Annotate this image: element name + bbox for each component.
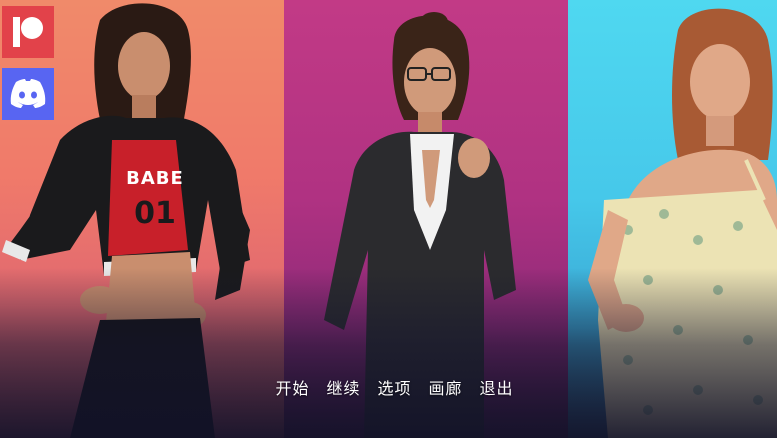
left-shirt-text: BABE [126,168,184,189]
left-shirt-number: 01 [134,196,176,231]
patreon-icon [13,17,43,47]
patreon-button[interactable] [2,6,54,58]
menu-options[interactable]: 选项 [377,376,411,402]
discord-icon [10,79,46,108]
character-right [588,8,777,438]
menu-quit[interactable]: 退出 [480,376,514,402]
menu-start[interactable]: 开始 [275,376,309,402]
discord-button[interactable] [2,68,54,120]
character-middle [324,12,516,438]
main-menu: 开始 继续 选项 画廊 退出 [0,376,777,402]
menu-gallery[interactable]: 画廊 [429,376,463,402]
menu-continue[interactable]: 继续 [326,376,360,402]
main-menu-screen: BABE 01 开始 继续 选项 画廊 退出 [0,0,777,438]
